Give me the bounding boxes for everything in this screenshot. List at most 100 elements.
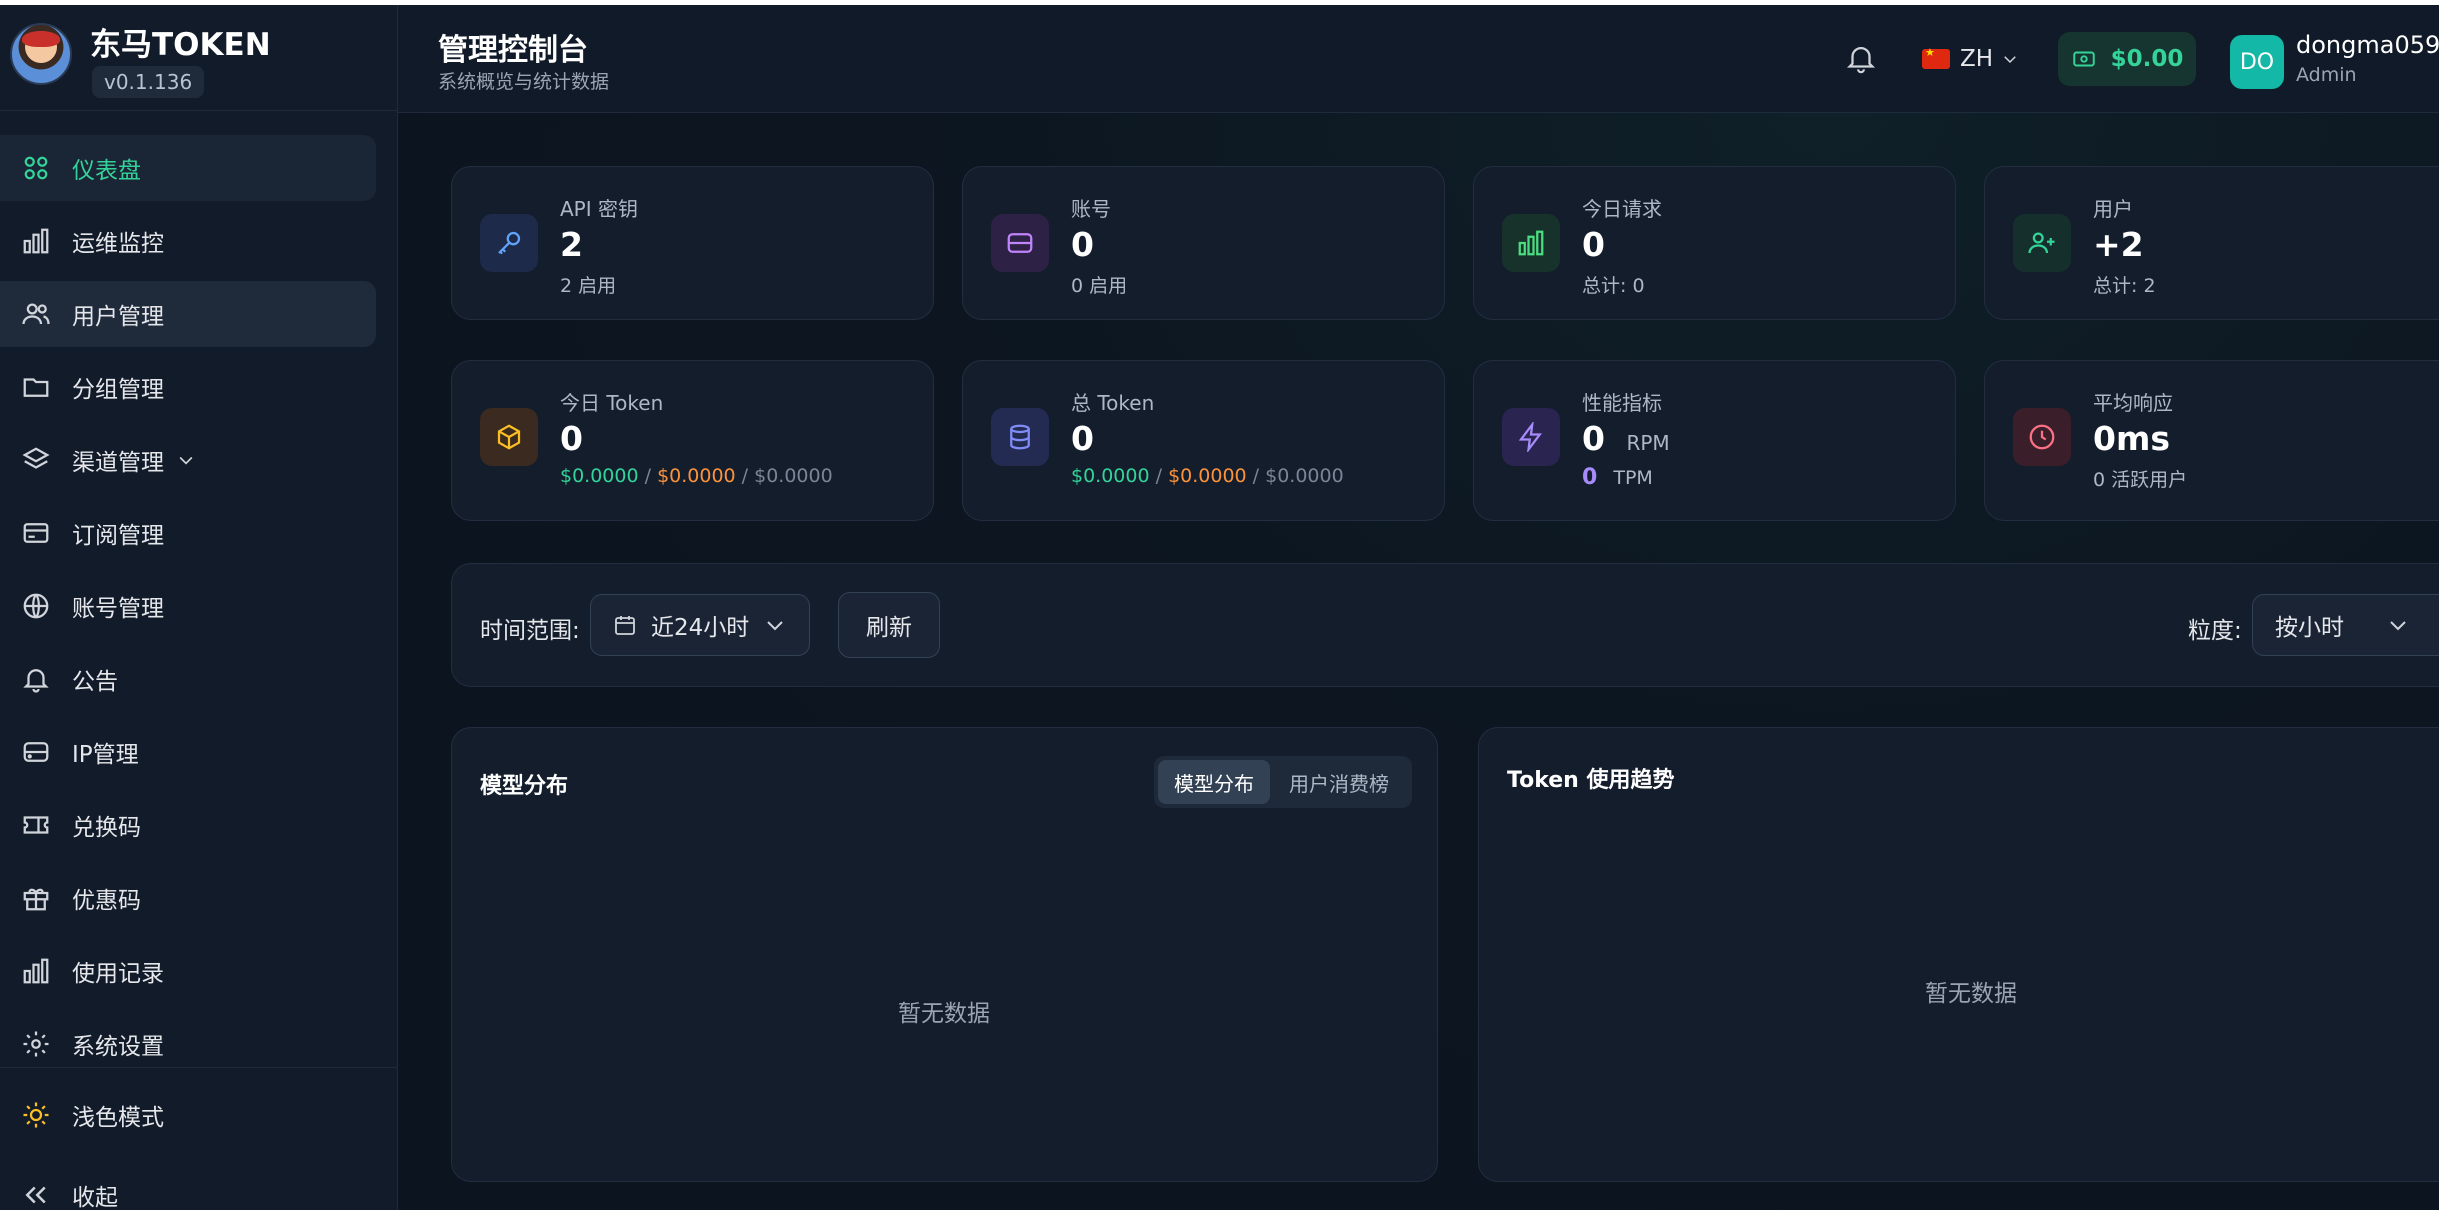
sidebar-item-users[interactable]: 用户管理 [0, 281, 376, 347]
sidebar-item-label: 优惠码 [72, 888, 141, 914]
stat-label: 账号 [1071, 197, 1111, 221]
cost-value: $0.0000 [657, 465, 736, 487]
sidebar-item-dashboard[interactable]: 仪表盘 [0, 135, 376, 201]
key-icon [480, 214, 538, 272]
page-subtitle: 系统概览与统计数据 [438, 71, 610, 93]
time-range-select[interactable]: 近24小时 [590, 594, 810, 656]
stat-value: 0 [1071, 225, 1094, 264]
sidebar-item-redeem-codes[interactable]: 兑换码 [0, 792, 376, 858]
bell-icon [20, 663, 52, 695]
sidebar-footer: 浅色模式 收起 [0, 1067, 398, 1210]
filter-bar: 时间范围: 近24小时 刷新 粒度: 按小时 [451, 563, 2439, 687]
model-distribution-panel: 模型分布 模型分布 用户消费榜 暂无数据 [451, 727, 1438, 1182]
sidebar-item-groups[interactable]: 分组管理 [0, 354, 376, 420]
stat-value: +2 [2093, 225, 2144, 264]
user-name[interactable]: dongma059 [2296, 31, 2439, 59]
tpm-unit: TPM [1613, 467, 1653, 489]
balance-badge[interactable]: $0.00 [2058, 32, 2196, 86]
empty-state: 暂无数据 [898, 1001, 990, 1027]
tpm-value: 0 [1582, 465, 1598, 490]
balance-amount: $0.00 [2110, 46, 2184, 72]
globe-icon [20, 590, 52, 622]
stat-sub: 总计: 2 [2093, 275, 2156, 297]
sidebar-item-label: 系统设置 [72, 1034, 164, 1060]
stat-card-total-token: 总 Token 0 $0.0000 / $0.0000 / $0.0000 [962, 360, 1445, 521]
sidebar-item-subscriptions[interactable]: 订阅管理 [0, 500, 376, 566]
stat-label: 平均响应 [2093, 391, 2173, 415]
sidebar-item-label: 账号管理 [72, 596, 164, 622]
cost-value: $0.0000 [754, 465, 833, 487]
cost-separator: / [1149, 465, 1169, 487]
stat-card-today-token: 今日 Token 0 $0.0000 / $0.0000 / $0.0000 [451, 360, 934, 521]
database-icon [991, 408, 1049, 466]
stat-label: 用户 [2093, 197, 2133, 221]
sidebar-item-label: 分组管理 [72, 377, 164, 403]
cost-value: $0.0000 [1071, 465, 1150, 487]
empty-state: 暂无数据 [1925, 981, 2017, 1007]
cost-value: $0.0000 [1168, 465, 1247, 487]
chevron-down-icon[interactable] [176, 450, 196, 470]
theme-toggle[interactable]: 浅色模式 [0, 1082, 376, 1148]
sidebar-item-ip-management[interactable]: IP管理 [0, 719, 376, 785]
tab-user-spending-rank[interactable]: 用户消费榜 [1270, 760, 1408, 804]
sidebar-item-usage-logs[interactable]: 使用记录 [0, 938, 376, 1004]
lightning-icon [1502, 408, 1560, 466]
language-selector[interactable]: ZH [1922, 41, 2019, 77]
version-badge: v0.1.136 [92, 66, 205, 98]
stat-sub: 总计: 0 [1582, 275, 1645, 297]
stat-label: 今日 Token [560, 391, 664, 415]
stat-value: 0 [1071, 419, 1094, 458]
stat-label: 今日请求 [1582, 197, 1662, 221]
stat-card-accounts: 账号 0 0 启用 [962, 166, 1445, 320]
user-avatar[interactable]: DO [2230, 35, 2284, 89]
stat-label: API 密钥 [560, 197, 638, 221]
ticket-icon [20, 809, 52, 841]
brand-header: 东马TOKEN v0.1.136 [0, 5, 398, 111]
panel-tabs: 模型分布 用户消费榜 [1154, 756, 1412, 808]
china-flag-icon [1922, 46, 1950, 69]
stat-value: 2 [560, 225, 583, 264]
user-plus-icon [2013, 214, 2071, 272]
tab-model-distribution[interactable]: 模型分布 [1158, 760, 1270, 804]
sidebar-item-promo-codes[interactable]: 优惠码 [0, 865, 376, 931]
stat-value: 0ms [2093, 419, 2170, 458]
notification-bell-icon[interactable] [1844, 41, 1878, 75]
collapse-sidebar-button[interactable]: 收起 [0, 1162, 376, 1210]
refresh-button[interactable]: 刷新 [838, 592, 940, 658]
sidebar-item-label: 公告 [72, 669, 118, 695]
sidebar-item-announcements[interactable]: 公告 [0, 646, 376, 712]
layers-icon [20, 444, 52, 476]
sidebar-item-label: 兑换码 [72, 815, 141, 841]
double-chevron-left-icon [20, 1179, 52, 1210]
stat-card-avg-response: 平均响应 0ms 0 活跃用户 [1984, 360, 2439, 521]
collapse-label: 收起 [72, 1185, 118, 1210]
sidebar-item-ops-monitoring[interactable]: 运维监控 [0, 208, 376, 274]
brand-name: 东马TOKEN [90, 27, 271, 63]
stat-sub: 0 活跃用户 [2093, 469, 2188, 491]
sidebar-item-channels[interactable]: 渠道管理 [0, 427, 376, 493]
sidebar-item-label: 订阅管理 [72, 523, 164, 549]
dashboard-main: API 密钥 2 2 启用 账号 0 0 启用 今日请求 0 总计: 0 用户 … [398, 113, 2439, 1210]
stat-label: 总 Token [1071, 391, 1155, 415]
sidebar-item-label: 仪表盘 [72, 158, 141, 184]
stat-card-api-keys: API 密钥 2 2 启用 [451, 166, 934, 320]
cost-separator: / [1246, 465, 1266, 487]
cost-breakdown: $0.0000 / $0.0000 / $0.0000 [1071, 465, 1344, 487]
clock-icon [2013, 408, 2071, 466]
chevron-down-icon [2004, 56, 2016, 64]
cost-separator: / [638, 465, 658, 487]
credit-card-icon [20, 517, 52, 549]
granularity-value: 按小时 [2275, 615, 2344, 641]
page-title: 管理控制台 [438, 33, 588, 68]
bar-chart-icon [20, 955, 52, 987]
users-icon [20, 298, 52, 330]
tpm-row: 0 TPM [1582, 465, 1653, 490]
wallet-icon [2072, 51, 2095, 67]
sidebar-item-accounts[interactable]: 账号管理 [0, 573, 376, 639]
sidebar-item-label: 使用记录 [72, 961, 164, 987]
chevron-down-icon [2390, 621, 2406, 631]
sidebar: 东马TOKEN v0.1.136 仪表盘 运维监控 用户管理 分组管理 渠道管理… [0, 5, 398, 1210]
stat-card-users: 用户 +2 总计: 2 [1984, 166, 2439, 320]
logo-avatar[interactable] [10, 23, 72, 85]
granularity-select[interactable]: 按小时 [2252, 594, 2439, 656]
